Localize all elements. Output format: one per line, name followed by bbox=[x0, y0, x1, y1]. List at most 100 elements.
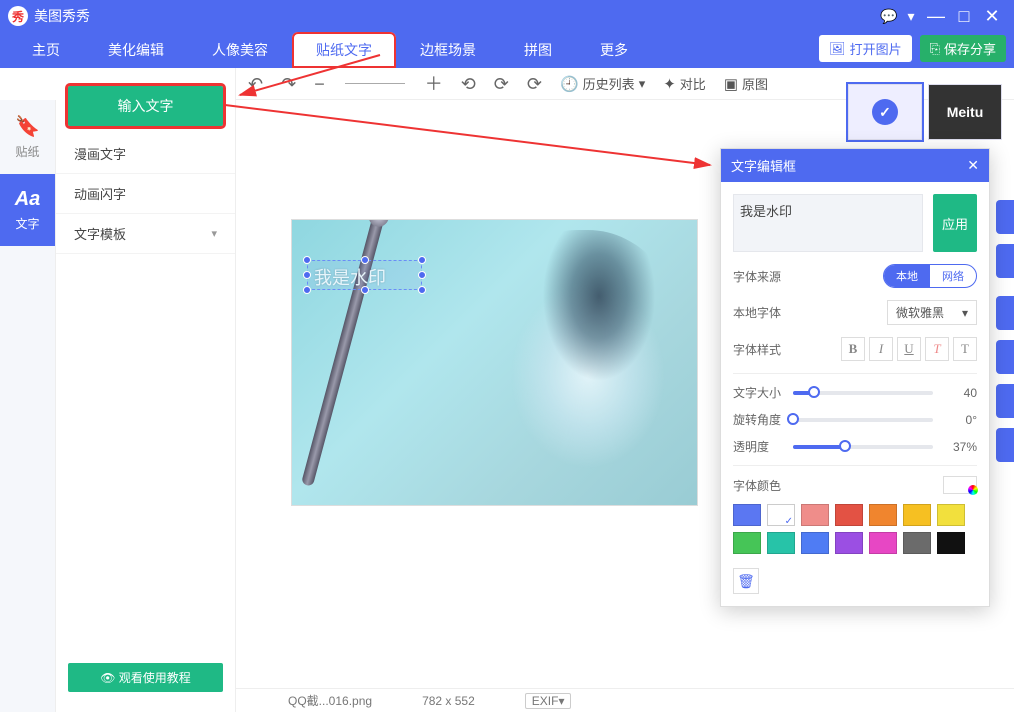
star-icon: ✦ bbox=[663, 75, 676, 93]
side-tab[interactable] bbox=[996, 384, 1014, 418]
size-value: 40 bbox=[943, 386, 977, 400]
image-icon: 🖼 bbox=[829, 41, 846, 57]
main-tabs: 主页 美化编辑 人像美容 贴纸文字 边框场景 拼图 更多 🖼打开图片 ⎘保存分享 bbox=[0, 32, 1014, 68]
color-label: 字体颜色 bbox=[733, 477, 781, 494]
resize-handle[interactable] bbox=[418, 256, 426, 264]
resize-handle[interactable] bbox=[361, 256, 369, 264]
original-button[interactable]: ▣原图 bbox=[724, 74, 768, 93]
color-swatch[interactable] bbox=[801, 504, 829, 526]
minimize-button[interactable]: — bbox=[922, 6, 950, 27]
chevron-down-icon: ▾ bbox=[962, 306, 968, 320]
zoom-in-button[interactable]: ＋ bbox=[425, 75, 443, 93]
history-button[interactable]: 🕘历史列表▾ bbox=[560, 74, 645, 93]
editor-close-button[interactable]: ✕ bbox=[967, 157, 979, 174]
resize-handle[interactable] bbox=[418, 271, 426, 279]
rail-text[interactable]: Aa 文字 bbox=[0, 174, 55, 246]
color-swatch[interactable] bbox=[733, 532, 761, 554]
font-select[interactable]: 微软雅黑▾ bbox=[887, 300, 977, 325]
app-title: 美图秀秀 bbox=[34, 6, 90, 26]
text-input[interactable] bbox=[733, 194, 923, 252]
save-icon: ⎘ bbox=[930, 41, 940, 57]
panel-item-text-template[interactable]: 文字模板▾ bbox=[56, 214, 235, 254]
compare-button[interactable]: ✦对比 bbox=[663, 74, 706, 93]
text-overlay-selection[interactable]: 我是水印 bbox=[307, 260, 422, 290]
color-swatch[interactable] bbox=[801, 532, 829, 554]
delete-button[interactable]: 🗑 bbox=[733, 568, 759, 594]
zoom-slider[interactable] bbox=[345, 83, 405, 84]
chevron-down-icon: ▾ bbox=[639, 76, 646, 92]
apply-button[interactable]: 应用 bbox=[933, 194, 977, 252]
color-swatch[interactable] bbox=[937, 532, 965, 554]
resize-handle[interactable] bbox=[361, 286, 369, 294]
color-swatch[interactable] bbox=[767, 532, 795, 554]
color-swatch[interactable] bbox=[767, 504, 795, 526]
redo-button[interactable]: ↷ bbox=[281, 75, 296, 93]
tab-more[interactable]: 更多 bbox=[576, 32, 652, 68]
zoom-out-button[interactable]: − bbox=[314, 75, 325, 93]
tab-beautify[interactable]: 美化编辑 bbox=[84, 32, 188, 68]
rotate-left-button[interactable]: ⟲ bbox=[461, 75, 476, 93]
side-tab[interactable] bbox=[996, 200, 1014, 234]
status-dimensions: 782 x 552 bbox=[422, 694, 475, 708]
underline-button[interactable]: U bbox=[897, 337, 921, 361]
tab-frame[interactable]: 边框场景 bbox=[396, 32, 500, 68]
reset-icon[interactable]: ⟳ bbox=[527, 75, 542, 93]
text-aa-icon: Aa bbox=[0, 188, 55, 211]
color-swatch[interactable] bbox=[733, 504, 761, 526]
side-tab[interactable] bbox=[996, 296, 1014, 330]
font-source-local[interactable]: 本地 bbox=[884, 265, 930, 287]
undo-button[interactable]: ↶ bbox=[248, 75, 263, 93]
color-swatch[interactable] bbox=[835, 532, 863, 554]
resize-handle[interactable] bbox=[303, 286, 311, 294]
color-swatch[interactable] bbox=[869, 532, 897, 554]
font-source-network[interactable]: 网络 bbox=[930, 265, 976, 287]
rotate-slider[interactable] bbox=[793, 418, 933, 422]
normal-t-button[interactable]: T bbox=[953, 337, 977, 361]
rotate-label: 旋转角度 bbox=[733, 411, 783, 428]
panel-item-anim-text[interactable]: 动画闪字 bbox=[56, 174, 235, 214]
right-thumbnail-strip: ✓ Meitu bbox=[844, 80, 1014, 144]
chat-icon[interactable]: 💬 bbox=[878, 8, 900, 25]
tab-sticker-text[interactable]: 贴纸文字 bbox=[292, 32, 396, 68]
italic-t-button[interactable]: T bbox=[925, 337, 949, 361]
resize-handle[interactable] bbox=[303, 271, 311, 279]
color-swatch[interactable] bbox=[903, 504, 931, 526]
panel-item-comic-text[interactable]: 漫画文字 bbox=[56, 134, 235, 174]
tab-home[interactable]: 主页 bbox=[8, 32, 84, 68]
clock-icon: 🕘 bbox=[560, 75, 579, 93]
editor-title: 文字编辑框 bbox=[731, 156, 796, 175]
side-tab[interactable] bbox=[996, 428, 1014, 462]
resize-handle[interactable] bbox=[418, 286, 426, 294]
thumb-selected[interactable]: ✓ bbox=[848, 84, 922, 140]
side-tab[interactable] bbox=[996, 244, 1014, 278]
color-swatch[interactable] bbox=[903, 532, 931, 554]
canvas-image[interactable]: 我是水印 bbox=[292, 220, 697, 505]
tutorial-button[interactable]: 👁 观看使用教程 bbox=[68, 663, 223, 692]
rotate-right-button[interactable]: ⟳ bbox=[494, 75, 509, 93]
color-picker-button[interactable] bbox=[943, 476, 977, 494]
bold-button[interactable]: B bbox=[841, 337, 865, 361]
save-share-button[interactable]: ⎘保存分享 bbox=[920, 35, 1006, 62]
close-button[interactable]: ✕ bbox=[978, 6, 1006, 27]
font-source-toggle: 本地 网络 bbox=[883, 264, 977, 288]
color-swatch[interactable] bbox=[835, 504, 863, 526]
color-swatch[interactable] bbox=[869, 504, 897, 526]
open-image-button[interactable]: 🖼打开图片 bbox=[819, 35, 912, 62]
tab-portrait[interactable]: 人像美容 bbox=[188, 32, 292, 68]
input-text-button[interactable]: 输入文字 bbox=[68, 86, 223, 126]
side-tab[interactable] bbox=[996, 340, 1014, 374]
text-editor-popup: 文字编辑框 ✕ 应用 字体来源 本地 网络 本地字体 微软雅黑▾ 字体样式 B … bbox=[720, 148, 990, 607]
picture-icon: ▣ bbox=[724, 75, 738, 93]
rail-sticker[interactable]: 🔖 贴纸 bbox=[0, 100, 55, 174]
opacity-slider[interactable] bbox=[793, 445, 933, 449]
italic-button[interactable]: I bbox=[869, 337, 893, 361]
maximize-button[interactable]: □ bbox=[950, 6, 978, 27]
tab-collage[interactable]: 拼图 bbox=[500, 32, 576, 68]
status-filename: QQ截...016.png bbox=[288, 692, 372, 709]
resize-handle[interactable] bbox=[303, 256, 311, 264]
menu-icon[interactable]: ▾ bbox=[900, 8, 922, 25]
thumb-meitu[interactable]: Meitu bbox=[928, 84, 1002, 140]
size-slider[interactable] bbox=[793, 391, 933, 395]
color-swatch[interactable] bbox=[937, 504, 965, 526]
exif-button[interactable]: EXIF▾ bbox=[525, 693, 572, 709]
